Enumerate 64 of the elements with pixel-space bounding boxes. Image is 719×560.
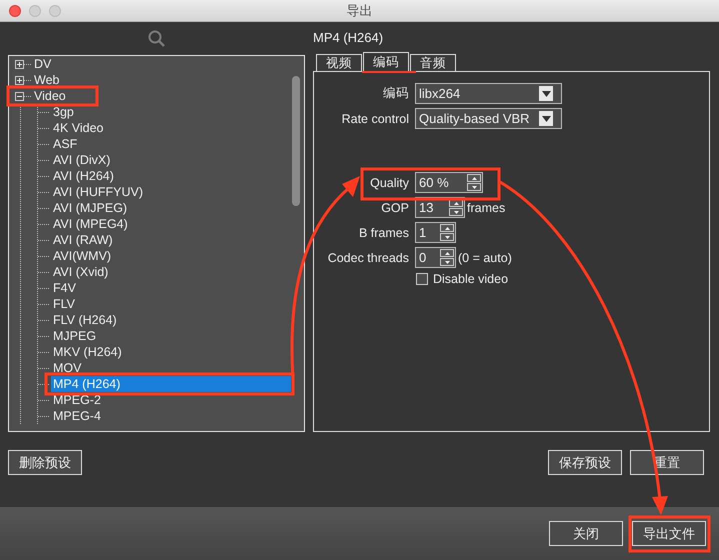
- tree-item[interactable]: FLV: [51, 296, 77, 312]
- collapse-icon[interactable]: [15, 92, 24, 100]
- tree-item[interactable]: AVI(WMV): [51, 248, 114, 264]
- down-arrow-icon[interactable]: [444, 260, 450, 264]
- field-label: Codec threads: [326, 250, 409, 264]
- up-arrow-icon[interactable]: [444, 226, 450, 230]
- tree-item[interactable]: AVI (HUFFYUV): [51, 184, 146, 200]
- spin-field[interactable]: 0: [415, 247, 456, 268]
- tab[interactable]: 编码: [363, 52, 409, 71]
- close-button[interactable]: [9, 4, 21, 16]
- checkbox-label: Disable video: [433, 272, 508, 286]
- tree-item[interactable]: MP4 (H264): [51, 376, 291, 392]
- tree-item[interactable]: MJPEG: [51, 328, 98, 344]
- up-arrow-icon[interactable]: [472, 176, 476, 180]
- tree-item[interactable]: ASF: [51, 136, 80, 152]
- tree-item[interactable]: F4V: [51, 280, 78, 296]
- tree-item[interactable]: MPEG-4: [51, 408, 103, 424]
- dropdown[interactable]: Quality-based VBR: [415, 108, 562, 129]
- field-label: Quality: [369, 176, 409, 190]
- spin-field[interactable]: 1: [415, 222, 456, 243]
- scrollbar-thumb[interactable]: [292, 76, 300, 206]
- tree-item[interactable]: Web: [32, 72, 62, 88]
- tree-item[interactable]: AVI (Xvid): [51, 264, 110, 280]
- caret-icon: [542, 90, 550, 96]
- field-label: GOP: [380, 200, 409, 214]
- window-title: 导出: [346, 2, 372, 18]
- tree-item[interactable]: AVI (DivX): [51, 152, 112, 168]
- export-button[interactable]: 导出文件: [632, 521, 706, 546]
- tree-item[interactable]: Video: [32, 88, 68, 104]
- tree-item[interactable]: AVI (H264): [51, 168, 116, 184]
- preset-title: MP4 (H264): [313, 30, 384, 45]
- expand-icon[interactable]: [15, 76, 24, 84]
- tree-item[interactable]: MKV (H264): [51, 344, 124, 360]
- up-arrow-icon[interactable]: [454, 202, 458, 204]
- down-arrow-icon[interactable]: [444, 236, 450, 238]
- caret-icon: [542, 116, 550, 122]
- tree-item[interactable]: FLV (H264): [51, 312, 119, 328]
- tab[interactable]: 视频: [316, 54, 362, 71]
- save-preset-button[interactable]: 保存预设: [548, 450, 622, 475]
- highlight-underline: [362, 71, 416, 73]
- down-arrow-icon[interactable]: [472, 186, 476, 188]
- tree-item[interactable]: AVI (RAW): [51, 232, 115, 248]
- tree-item[interactable]: 3gp: [51, 104, 76, 120]
- up-arrow-icon[interactable]: [444, 252, 450, 254]
- field-label: B frames: [358, 226, 409, 240]
- expand-icon[interactable]: [15, 60, 24, 68]
- field-label: Rate control: [340, 112, 409, 126]
- field-label: 编码: [382, 85, 409, 102]
- checkbox[interactable]: [416, 273, 428, 285]
- down-arrow-icon[interactable]: [454, 210, 458, 214]
- tree-item[interactable]: AVI (MJPEG): [51, 200, 130, 216]
- unit-label: (0 = auto): [458, 250, 512, 264]
- search-icon[interactable]: [148, 30, 165, 47]
- spin-field[interactable]: 60 %: [415, 172, 483, 193]
- tree-item[interactable]: DV: [32, 56, 54, 72]
- tree-item[interactable]: MOV: [51, 360, 84, 376]
- tree-item[interactable]: AVI (MPEG4): [51, 216, 130, 232]
- unit-label: frames: [467, 200, 506, 214]
- dropdown[interactable]: libx264: [415, 83, 562, 104]
- tree-item[interactable]: MPEG-2: [51, 392, 103, 408]
- tab[interactable]: 音频: [410, 54, 456, 71]
- delete-preset-button[interactable]: 删除预设: [8, 450, 82, 475]
- close-button[interactable]: 关闭: [549, 521, 623, 546]
- tree-item[interactable]: 4K Video: [51, 120, 106, 136]
